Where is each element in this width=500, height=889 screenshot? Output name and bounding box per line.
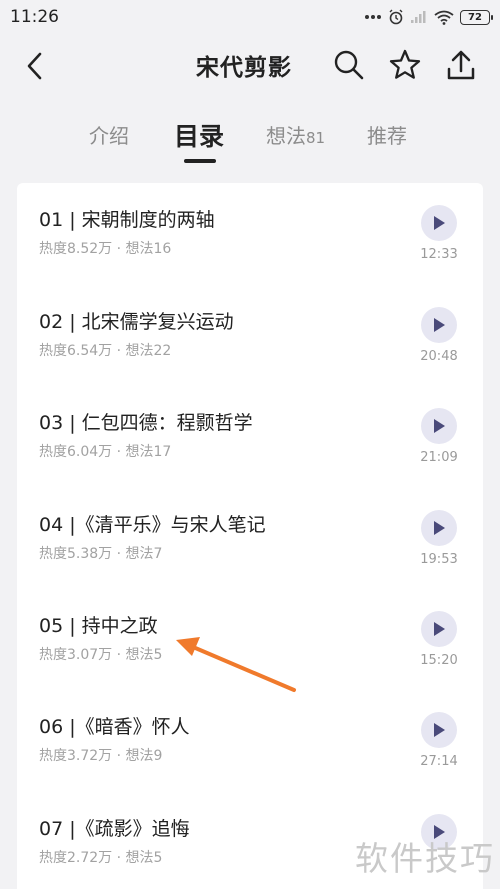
list-item[interactable]: 01 | 宋朝制度的两轴 热度8.52万 · 想法16 12:33 bbox=[17, 183, 483, 285]
list-item[interactable]: 06 |《暗香》怀人 热度3.72万 · 想法9 27:14 bbox=[17, 690, 483, 792]
status-bar: 11:26 72 bbox=[0, 0, 500, 34]
play-button[interactable] bbox=[421, 712, 457, 748]
item-meta: 热度8.52万 · 想法16 bbox=[39, 241, 172, 257]
star-icon[interactable] bbox=[388, 48, 422, 82]
alarm-icon bbox=[389, 9, 403, 25]
play-icon bbox=[434, 622, 445, 636]
item-meta: 热度3.72万 · 想法9 bbox=[39, 748, 163, 764]
wifi-icon bbox=[434, 10, 454, 25]
item-title: 05 | 持中之政 bbox=[39, 615, 158, 637]
search-icon[interactable] bbox=[332, 48, 366, 82]
share-icon[interactable] bbox=[444, 48, 478, 82]
more-dots-icon bbox=[365, 15, 381, 19]
status-icons: 72 bbox=[364, 9, 493, 25]
item-title: 06 |《暗香》怀人 bbox=[39, 716, 190, 738]
top-nav-bar: 宋代剪影 bbox=[0, 34, 500, 98]
play-button[interactable] bbox=[421, 205, 457, 241]
item-duration: 15:20 bbox=[420, 653, 458, 668]
status-time: 11:26 bbox=[10, 7, 59, 27]
play-button[interactable] bbox=[421, 611, 457, 647]
tab-thoughts-label: 想法 bbox=[266, 124, 306, 148]
play-button[interactable] bbox=[421, 408, 457, 444]
list-item[interactable]: 04 |《清平乐》与宋人笔记 热度5.38万 · 想法7 19:53 bbox=[17, 488, 483, 590]
tab-recommend[interactable]: 推荐 bbox=[367, 120, 407, 149]
play-button[interactable] bbox=[421, 510, 457, 546]
item-duration: 27:14 bbox=[420, 754, 458, 769]
item-title: 04 |《清平乐》与宋人笔记 bbox=[39, 514, 266, 536]
item-meta: 热度2.72万 · 想法5 bbox=[39, 850, 163, 866]
page-title: 宋代剪影 bbox=[196, 55, 292, 81]
list-item[interactable]: 05 | 持中之政 热度3.07万 · 想法5 15:20 bbox=[17, 589, 483, 691]
play-icon bbox=[434, 521, 445, 535]
item-duration: 12:33 bbox=[420, 247, 458, 262]
battery-level: 72 bbox=[468, 11, 482, 23]
item-meta: 热度3.07万 · 想法5 bbox=[39, 647, 163, 663]
item-title: 02 | 北宋儒学复兴运动 bbox=[39, 311, 234, 333]
tab-thoughts[interactable]: 想法81 bbox=[266, 120, 325, 149]
back-icon[interactable] bbox=[22, 50, 48, 82]
item-title: 01 | 宋朝制度的两轴 bbox=[39, 209, 215, 231]
tab-intro[interactable]: 介绍 bbox=[89, 120, 129, 149]
item-title: 03 | 仁包四德：程颢哲学 bbox=[39, 412, 253, 434]
play-icon bbox=[434, 419, 445, 433]
item-duration: 20:48 bbox=[420, 349, 458, 364]
list-item[interactable]: 02 | 北宋儒学复兴运动 热度6.54万 · 想法22 20:48 bbox=[17, 285, 483, 387]
play-button[interactable] bbox=[421, 307, 457, 343]
active-tab-indicator bbox=[184, 159, 216, 163]
item-title: 07 |《疏影》追悔 bbox=[39, 818, 190, 840]
item-duration: 21:09 bbox=[420, 450, 458, 465]
tab-thoughts-count: 81 bbox=[306, 129, 326, 147]
tab-bar: 介绍 目录 想法81 推荐 bbox=[0, 112, 500, 172]
play-icon bbox=[434, 723, 445, 737]
list-item[interactable]: 03 | 仁包四德：程颢哲学 热度6.04万 · 想法17 21:09 bbox=[17, 386, 483, 488]
item-meta: 热度5.38万 · 想法7 bbox=[39, 546, 163, 562]
item-meta: 热度6.54万 · 想法22 bbox=[39, 343, 172, 359]
battery-icon: 72 bbox=[460, 9, 493, 25]
tab-catalog[interactable]: 目录 bbox=[174, 117, 224, 153]
item-meta: 热度6.04万 · 想法17 bbox=[39, 444, 172, 460]
play-icon bbox=[434, 216, 445, 230]
item-duration: 19:53 bbox=[420, 552, 458, 567]
signal-icon bbox=[411, 11, 426, 23]
play-icon bbox=[434, 318, 445, 332]
catalog-list: 01 | 宋朝制度的两轴 热度8.52万 · 想法16 12:33 02 | 北… bbox=[17, 183, 483, 889]
watermark: 软件技巧 bbox=[355, 839, 495, 878]
